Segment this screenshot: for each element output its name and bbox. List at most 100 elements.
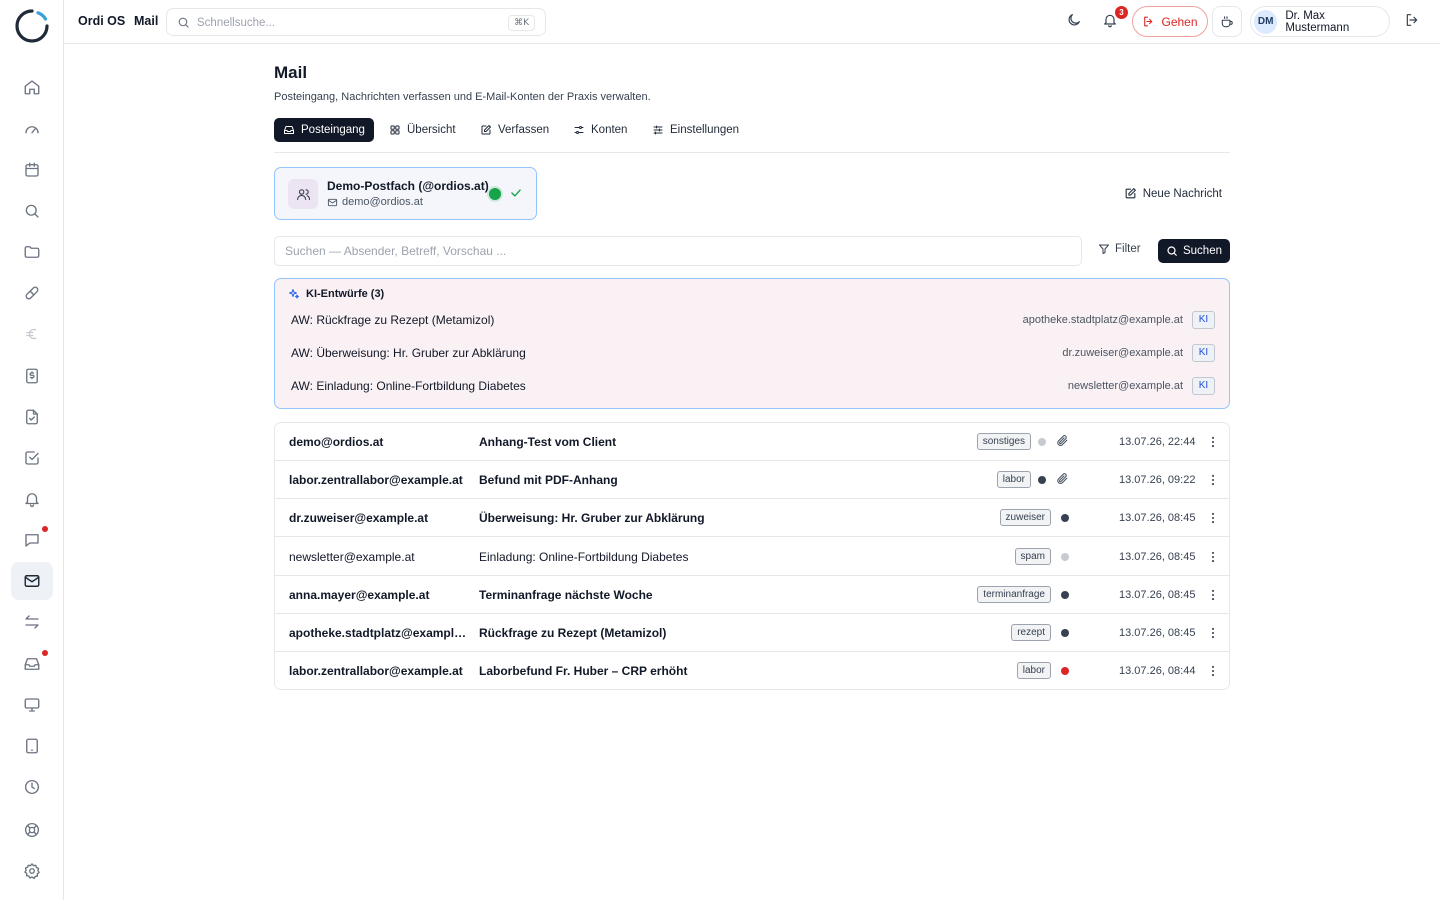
ordi-os-logo[interactable]: [14, 8, 50, 44]
sidebar: [0, 0, 64, 900]
sidebar-item-search[interactable]: [11, 192, 53, 230]
paperclip-icon: [1056, 434, 1069, 447]
sidebar-item-tablet[interactable]: [11, 727, 53, 765]
avatar: DM: [1254, 9, 1278, 34]
more-vertical-icon[interactable]: [1206, 473, 1220, 487]
mail-status-dot: [1061, 667, 1069, 676]
more-vertical-icon[interactable]: [1206, 550, 1220, 564]
ki-draft-subject: AW: Rückfrage zu Rezept (Metamizol): [291, 313, 495, 327]
more-vertical-icon[interactable]: [1206, 626, 1220, 640]
tab-posteingang[interactable]: Posteingang: [274, 118, 374, 142]
account-name: Demo-Postfach (@ordios.at): [327, 179, 489, 193]
new-message-label: Neue Nachricht: [1142, 187, 1222, 200]
mail-category-badge[interactable]: zuweiser: [999, 509, 1051, 527]
mail-status-dot: [1061, 590, 1069, 599]
breadcrumb-current: Mail: [134, 14, 159, 28]
ki-draft-item[interactable]: AW: Rückfrage zu Rezept (Metamizol) apot…: [291, 311, 1215, 331]
sidebar-item-tasks[interactable]: [11, 439, 53, 477]
mail-sender: anna.mayer@example.at: [289, 587, 430, 602]
filter-label: Filter: [1115, 243, 1141, 255]
mail-timestamp: 13.07.26, 08:45: [1119, 627, 1196, 639]
sign-out-icon[interactable]: [1404, 12, 1420, 28]
mail-row[interactable]: labor.zentrallabor@example.at Befund mit …: [275, 461, 1229, 500]
sidebar-item-invoices[interactable]: [11, 357, 53, 395]
ki-draft-sender: dr.zuweiser@example.at: [1062, 347, 1183, 359]
mail-timestamp: 13.07.26, 22:44: [1119, 436, 1196, 448]
tab-uebersicht[interactable]: Übersicht: [380, 118, 465, 142]
sidebar-item-documents[interactable]: [11, 398, 53, 436]
mail-sender: dr.zuweiser@example.at: [289, 511, 429, 526]
sparkles-icon: [288, 288, 300, 300]
sidebar-item-calendar[interactable]: [11, 151, 53, 189]
clock-icon: [23, 778, 41, 796]
paperclip-icon: [1056, 472, 1069, 485]
sidebar-item-chat[interactable]: [11, 521, 53, 559]
sidebar-item-mail[interactable]: [11, 562, 53, 600]
tab-konten[interactable]: Konten: [564, 118, 636, 142]
mail-row[interactable]: labor.zentrallabor@example.at Laborbefund…: [275, 652, 1229, 689]
sidebar-item-home[interactable]: [11, 68, 53, 106]
sidebar-item-history[interactable]: [11, 768, 53, 806]
more-vertical-icon[interactable]: [1206, 664, 1220, 678]
more-vertical-icon[interactable]: [1206, 511, 1220, 525]
sidebar-item-monitor[interactable]: [11, 686, 53, 724]
sidebar-item-settings[interactable]: [11, 852, 53, 890]
sidebar-item-help[interactable]: [11, 811, 53, 849]
mail-timestamp: 13.07.26, 08:45: [1119, 588, 1196, 601]
mail-row[interactable]: apotheke.stadtplatz@example.at Rückfrage …: [275, 614, 1229, 652]
quick-search-input[interactable]: [197, 14, 497, 32]
quick-search[interactable]: ⌘K: [166, 8, 546, 36]
filter-button[interactable]: Filter: [1098, 243, 1141, 255]
go-button-label: Gehen: [1161, 14, 1198, 29]
mail-subject: Befund mit PDF-Anhang: [479, 473, 618, 488]
mail-status-dot: [1061, 629, 1069, 637]
mail-category-badge[interactable]: terminanfrage: [977, 585, 1051, 603]
filter-icon: [1098, 243, 1110, 255]
mail-row[interactable]: demo@ordios.at Anhang-Test vom Client sons…: [275, 423, 1229, 461]
mail-row[interactable]: newsletter@example.at Einladung: Online-F…: [275, 538, 1229, 576]
sidebar-item-transfers[interactable]: [11, 603, 53, 641]
mail-category-badge[interactable]: rezept: [1011, 624, 1051, 641]
mail-category-badge[interactable]: labor: [1016, 662, 1051, 680]
tablet-icon: [23, 737, 41, 755]
mail-category-badge[interactable]: spam: [1014, 547, 1051, 565]
mail-sender: apotheke.stadtplatz@example.at: [289, 626, 469, 640]
tab-verfassen[interactable]: Verfassen: [471, 118, 558, 142]
breadcrumb-root[interactable]: Ordi OS: [78, 14, 125, 28]
sidebar-item-medication[interactable]: [11, 274, 53, 312]
ki-tag: KI: [1192, 344, 1215, 362]
ki-draft-subject: AW: Einladung: Online-Fortbildung Diabet…: [291, 379, 526, 393]
dark-mode-icon[interactable]: [1066, 12, 1082, 28]
mail-timestamp: 13.07.26, 09:22: [1119, 474, 1196, 487]
tab-label: Posteingang: [301, 124, 365, 136]
tab-label: Konten: [591, 124, 628, 136]
mail-status-dot: [1061, 514, 1069, 523]
sidebar-item-dashboard[interactable]: [11, 110, 53, 148]
user-menu[interactable]: DM Dr. Max Mustermann: [1250, 6, 1390, 37]
more-vertical-icon[interactable]: [1206, 435, 1220, 449]
mail-row[interactable]: dr.zuweiser@example.at Überweisung: Hr. G…: [275, 499, 1229, 538]
tab-label: Verfassen: [498, 124, 550, 136]
new-message-button[interactable]: Neue Nachricht: [1124, 187, 1222, 200]
break-button[interactable]: [1212, 6, 1242, 37]
mail-timestamp: 13.07.26, 08:45: [1119, 512, 1196, 525]
sidebar-item-billing[interactable]: [11, 315, 53, 353]
ki-draft-item[interactable]: AW: Überweisung: Hr. Gruber zur Abklärun…: [291, 344, 1215, 364]
ki-draft-sender: newsletter@example.at: [1067, 380, 1183, 392]
search-icon: [1166, 245, 1178, 257]
sidebar-item-files[interactable]: [11, 233, 53, 271]
account-card[interactable]: Demo-Postfach (@ordios.at) demo@ordios.a…: [274, 167, 537, 220]
mail-timestamp: 13.07.26, 08:44: [1119, 665, 1196, 678]
more-vertical-icon[interactable]: [1206, 588, 1220, 602]
ki-draft-item[interactable]: AW: Einladung: Online-Fortbildung Diabet…: [291, 377, 1215, 397]
folder-icon: [23, 243, 41, 261]
sidebar-item-inbox[interactable]: [11, 645, 53, 683]
mail-search-input[interactable]: [274, 236, 1082, 266]
tab-einstellungen[interactable]: Einstellungen: [643, 118, 748, 142]
go-button[interactable]: Gehen: [1132, 6, 1208, 37]
mail-category-badge[interactable]: labor: [996, 471, 1031, 489]
search-button[interactable]: Suchen: [1158, 239, 1230, 263]
sidebar-item-reminders[interactable]: [11, 480, 53, 518]
mail-row[interactable]: anna.mayer@example.at Terminanfrage nächs…: [275, 576, 1229, 614]
mail-category-badge[interactable]: sonstiges: [976, 433, 1031, 450]
